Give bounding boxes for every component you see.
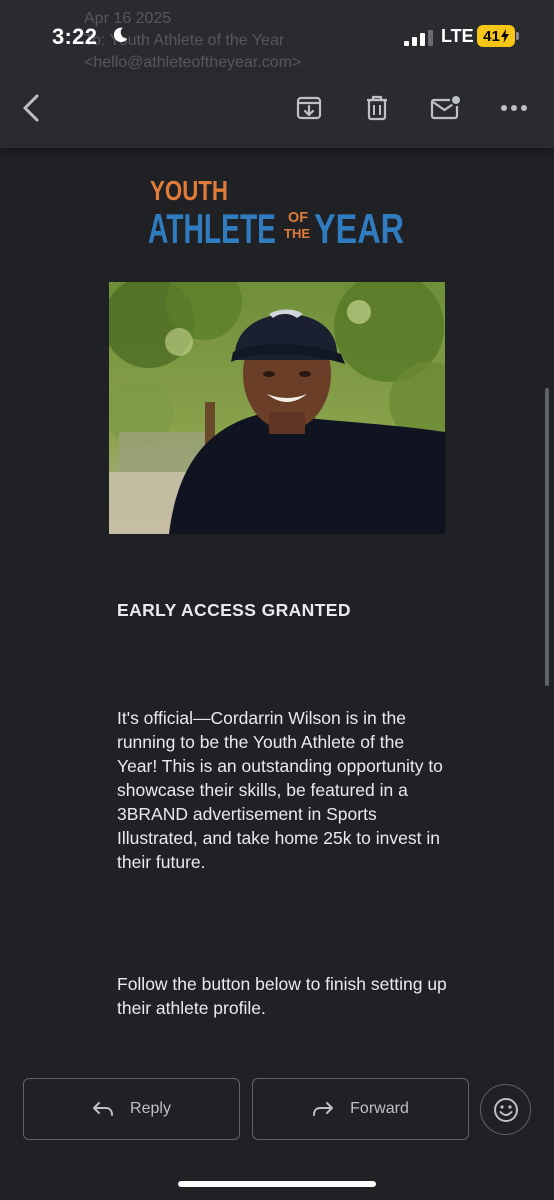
forward-button[interactable]: Forward	[252, 1078, 469, 1140]
more-options-button[interactable]	[496, 90, 532, 126]
battery-level: 41	[483, 27, 500, 45]
logo-athlete: ATHLETE	[148, 205, 276, 250]
network-type: LTE	[441, 26, 474, 46]
trash-icon	[367, 95, 387, 121]
email-paragraph-1: It's official—Cordarrin Wilson is in the…	[117, 708, 443, 872]
battery-tip	[516, 32, 519, 40]
email-paragraph-2: Follow the button below to finish settin…	[117, 974, 447, 1018]
scrollbar[interactable]	[545, 388, 549, 686]
delete-button[interactable]	[359, 90, 395, 126]
bottom-action-bar: Reply Forward	[0, 1048, 554, 1200]
status-time: 3:22	[52, 24, 98, 49]
back-button[interactable]	[14, 90, 50, 126]
forward-label: Forward	[350, 1100, 409, 1117]
archive-button[interactable]	[291, 90, 327, 126]
battery-indicator: 41	[477, 25, 515, 47]
reply-button[interactable]: Reply	[23, 1078, 240, 1140]
email-body: YOUTH ATHLETE OF THE YEAR EARLY ACCESS G…	[0, 148, 554, 1048]
mark-unread-button[interactable]	[428, 90, 464, 126]
more-options-icon	[501, 105, 527, 111]
mark-unread-icon	[430, 94, 462, 120]
reply-icon	[93, 1102, 114, 1116]
athlete-photo	[109, 282, 445, 534]
logo-year: YEAR	[314, 205, 404, 250]
charging-bolt-icon	[500, 29, 509, 43]
cellular-signal-icon	[404, 30, 433, 46]
archive-icon	[296, 96, 322, 120]
emoji-reaction-button[interactable]	[480, 1084, 531, 1135]
email-heading: EARLY ACCESS GRANTED	[117, 600, 351, 620]
reply-label: Reply	[130, 1100, 171, 1117]
moon-icon	[113, 27, 128, 43]
email-toolbar	[0, 72, 554, 148]
status-bar: Apr 16 2025 To: Youth Athlete of the Yea…	[0, 0, 554, 72]
logo-youth: YOUTH	[150, 175, 228, 206]
home-indicator[interactable]	[178, 1181, 376, 1187]
youth-athlete-of-the-year-logo: YOUTH ATHLETE OF THE YEAR	[148, 175, 404, 250]
forward-icon	[313, 1102, 334, 1116]
back-arrow-icon	[23, 94, 39, 122]
faded-header-address: <hello@athleteoftheyear.com>	[84, 54, 302, 71]
logo-the: THE	[284, 226, 310, 241]
smiley-icon	[493, 1097, 518, 1122]
logo-of: OF	[288, 209, 308, 226]
